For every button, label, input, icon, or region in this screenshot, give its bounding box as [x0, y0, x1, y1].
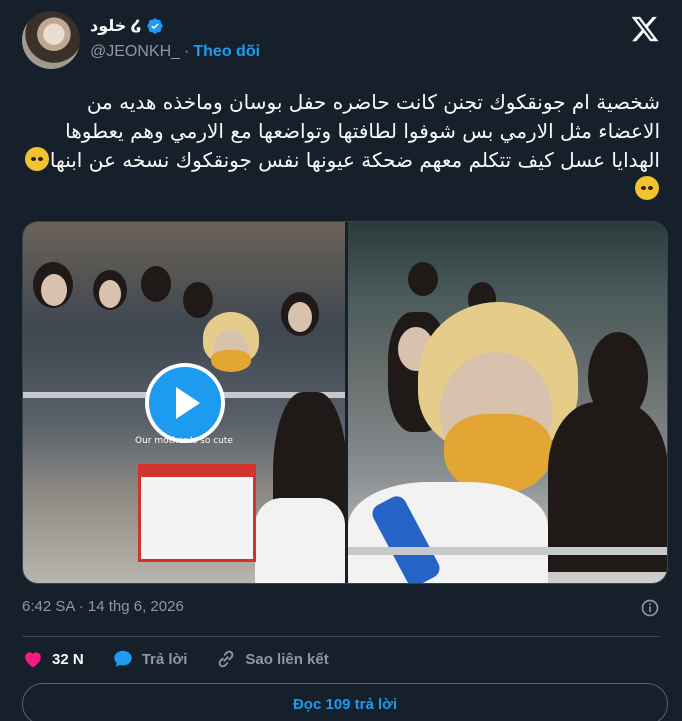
play-button[interactable] [145, 363, 225, 443]
x-logo-icon[interactable] [630, 14, 660, 44]
verified-badge-icon [147, 18, 163, 34]
display-name[interactable]: خلود ໒ [90, 16, 142, 36]
pleading-face-emoji [24, 147, 49, 171]
reply-label: Trả lời [141, 650, 188, 668]
handle[interactable]: @JEONKH_ [90, 43, 180, 61]
video-player[interactable]: Our mother Is so cute [22, 221, 668, 584]
tweet-text: شخصية ام جونقكوك تجنن كانت حاضره حفل بوس… [22, 88, 660, 204]
video-frame-right [348, 222, 667, 583]
copy-link-button[interactable]: Sao liên kết [215, 648, 329, 670]
video-caption: Our mother Is so cute [135, 436, 233, 446]
like-count: 32 N [52, 650, 84, 668]
info-icon[interactable] [640, 598, 660, 618]
reply-icon [113, 650, 132, 667]
follow-button[interactable]: Theo dõi [193, 43, 260, 61]
play-icon [176, 387, 200, 419]
divider [22, 636, 660, 637]
heart-icon [25, 652, 41, 668]
pleading-face-emoji [635, 176, 659, 200]
read-replies-button[interactable]: Đọc 109 trả lời [22, 683, 668, 721]
reply-button[interactable]: Trả lời [112, 648, 188, 670]
timestamp[interactable]: 6:42 SA · 14 thg 6, 2026 [22, 598, 184, 615]
avatar[interactable] [22, 11, 80, 69]
stadium-sign [138, 464, 256, 562]
link-icon [219, 650, 234, 668]
tweet-body: شخصية ام جونقكوك تجنن كانت حاضره حفل بوس… [49, 90, 660, 172]
tweet-header: خلود ໒ @JEONKH_ · Theo dõi [22, 10, 660, 70]
handle-row: @JEONKH_ · Theo dõi [90, 43, 260, 61]
video-frame-left: Our mother Is so cute [23, 222, 347, 583]
like-button[interactable]: 32 N [22, 648, 84, 670]
copy-link-label: Sao liên kết [245, 650, 329, 668]
separator: · [184, 43, 190, 60]
author-name-row: خلود ໒ [90, 16, 164, 36]
action-bar: 32 N Trả lời Sao liên kết [22, 647, 660, 671]
